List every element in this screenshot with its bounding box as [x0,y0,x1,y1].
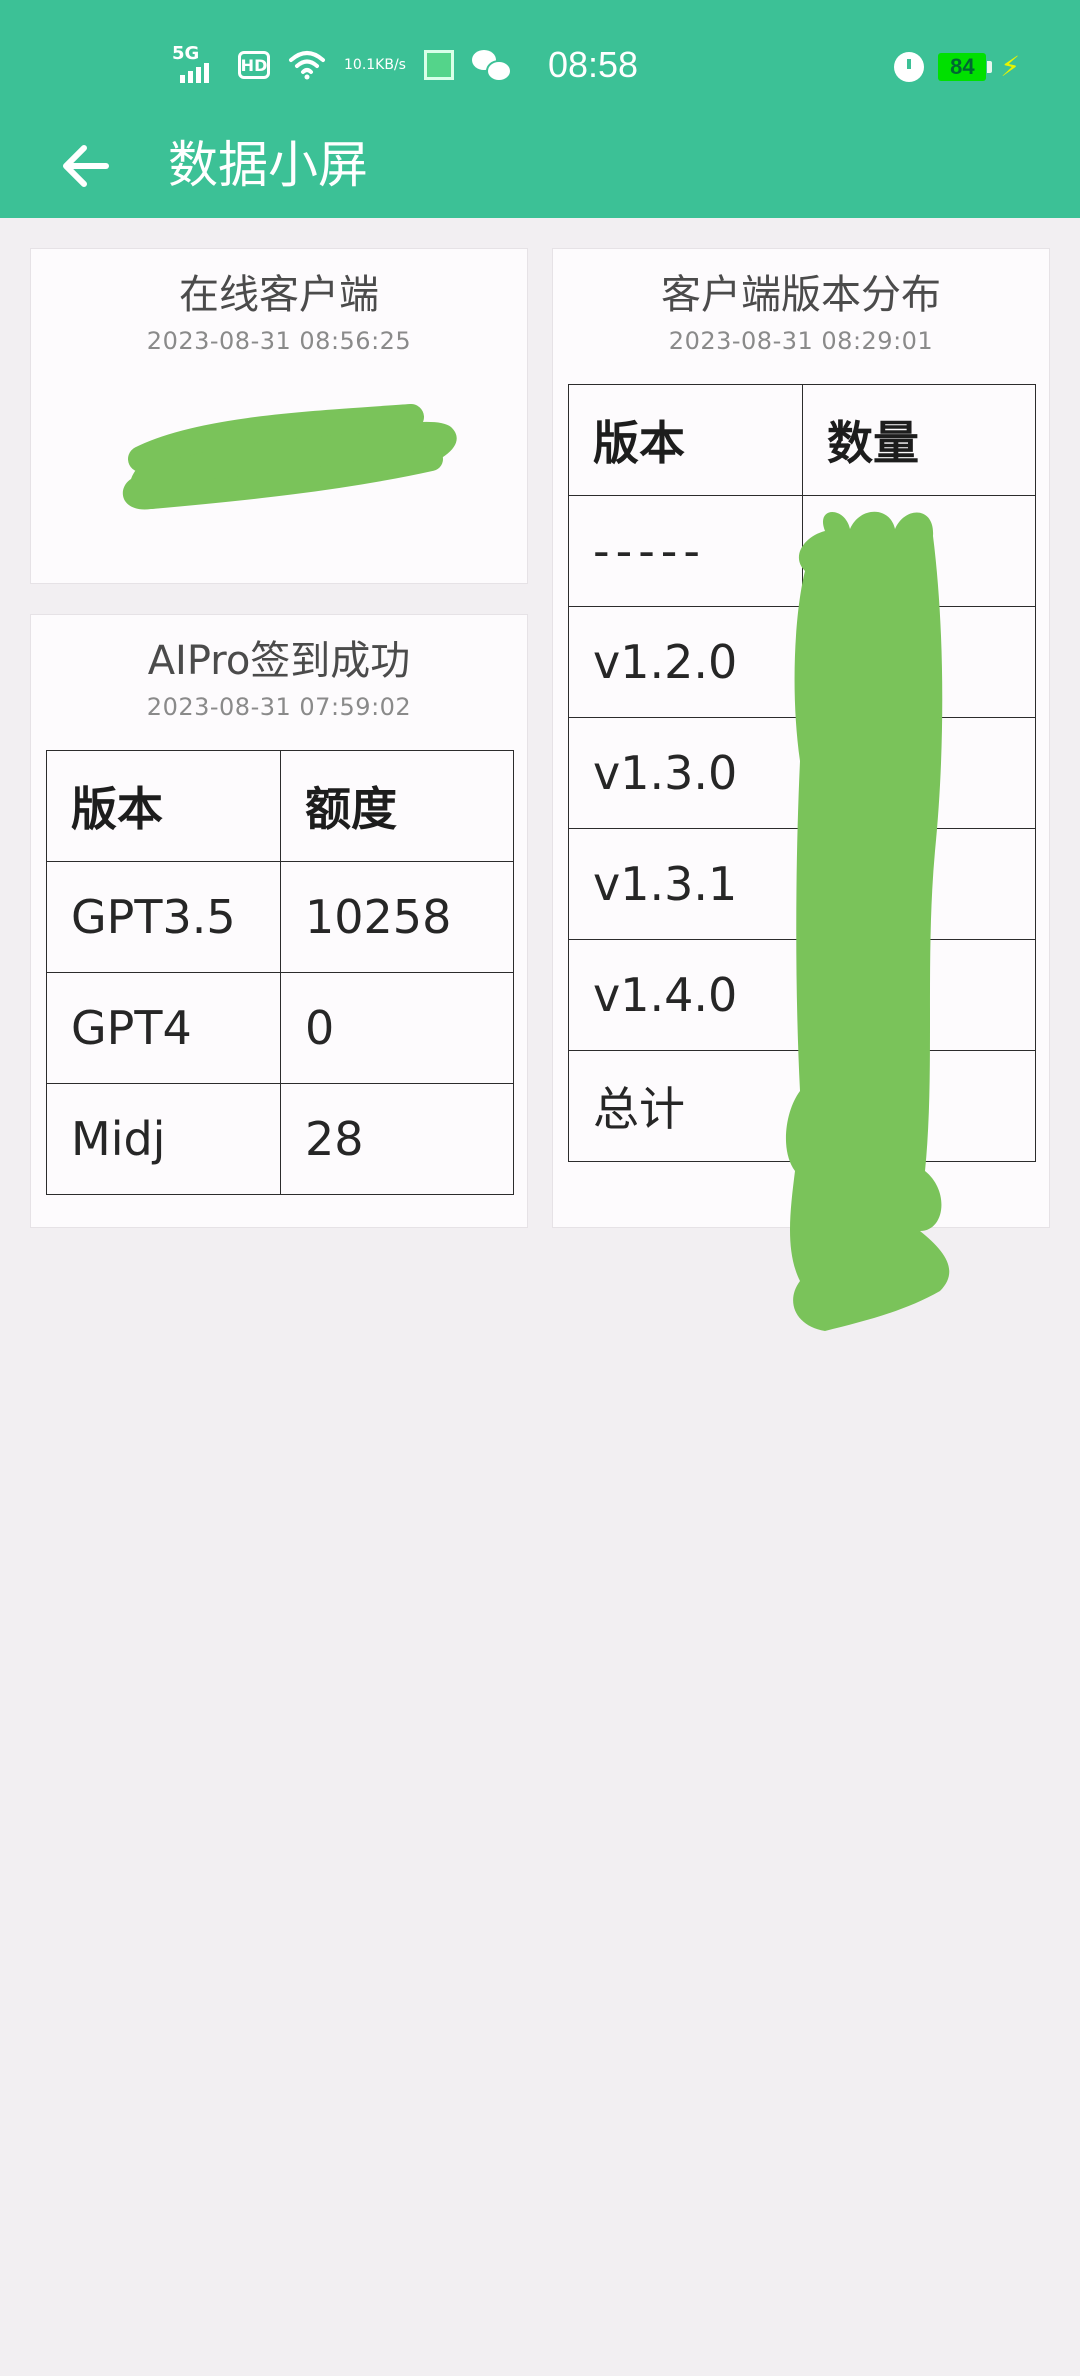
table-cell: ----- [568,495,803,607]
client-version-card: 客户端版本分布 2023-08-31 08:29:01 版本 数量 ----- … [552,248,1050,1331]
table-cell: 总计 [568,1050,803,1162]
table-header-cell: 版本 [46,750,281,862]
network-speed: 10.1 KB/s [344,57,406,73]
status-bar: 5G HD 10.1 KB/s 08:58 84 ⚡ [0,0,1080,136]
table-cell: GPT4 [46,972,281,1084]
wifi-icon [288,50,326,80]
table-cell: GPT3.5 [46,861,281,973]
card-title: 在线客户端 [179,272,379,318]
hd-icon: HD [238,51,270,79]
card-title: 客户端版本分布 [661,272,941,318]
app-bar: 数据小屏 [0,120,1080,218]
table-cell: v1.3.0 [568,717,803,829]
table-cell: v1.2.0 [568,606,803,718]
card-timestamp: 2023-08-31 08:56:25 [146,327,412,355]
battery-level: 84 [950,53,975,79]
table-header-row: 版本 额度 [46,750,514,862]
clock-time: 08:58 [547,44,639,85]
card-timestamp: 2023-08-31 07:59:02 [146,693,412,721]
top-bar: 5G HD 10.1 KB/s 08:58 84 ⚡ 数据小屏 [0,0,1080,218]
table-row: GPT3.5 10258 [46,861,514,973]
page-title: 数据小屏 [168,136,368,194]
table-header-cell: 额度 [280,750,514,862]
charging-icon: ⚡ [1000,50,1020,83]
redaction-scribble [122,404,457,510]
wechat-icon [471,50,512,82]
table-cell: Midj [46,1083,281,1195]
alarm-icon [894,51,925,82]
redaction-scribble [785,511,950,1331]
table-cell: v1.4.0 [568,939,803,1051]
arrow-left-icon[interactable] [54,134,118,198]
table-header-cell: 数量 [802,384,1036,496]
table-header-row: 版本 数量 [568,384,1036,496]
table-cell: v1.3.1 [568,828,803,940]
table-cell: 10258 [280,861,514,973]
table-row: GPT4 0 [46,972,514,1084]
quota-table: 版本 额度 GPT3.5 10258 GPT4 0 Midj 28 [46,750,514,1195]
table-cell: 28 [280,1083,514,1195]
card-timestamp: 2023-08-31 08:29:01 [668,327,934,355]
app-notification-icon [423,50,454,80]
table-row: Midj 28 [46,1083,514,1195]
table-header-cell: 版本 [568,384,803,496]
card-title: AIPro签到成功 [147,638,411,684]
battery-icon: 84 [938,52,993,81]
table-cell: 0 [280,972,514,1084]
signal-icon: 5G [172,43,220,83]
aipro-signin-card: AIPro签到成功 2023-08-31 07:59:02 版本 额度 GPT3… [30,614,528,1228]
online-clients-card: 在线客户端 2023-08-31 08:56:25 [30,248,528,584]
